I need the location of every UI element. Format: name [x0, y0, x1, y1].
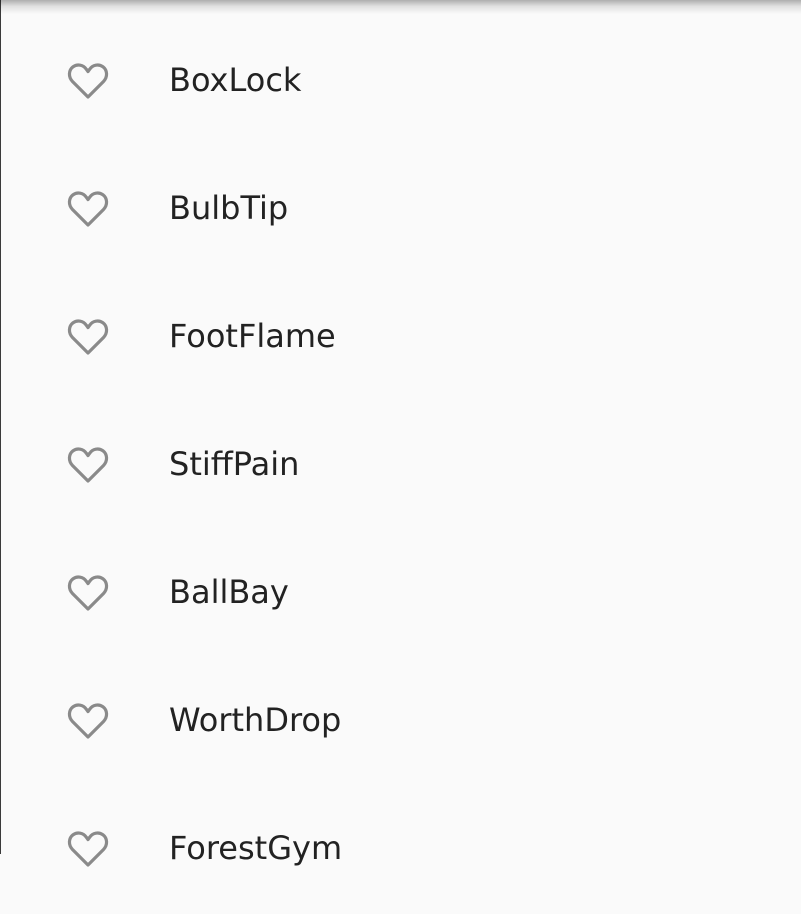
favorite-button[interactable]: [66, 445, 110, 485]
heart-outline-icon: [67, 319, 109, 355]
list-item-label: BoxLock: [169, 61, 302, 99]
list-item-label: BallBay: [169, 573, 289, 611]
list-item[interactable]: BulbTip: [0, 146, 801, 274]
favorite-button[interactable]: [66, 317, 110, 357]
list-item[interactable]: FootFlame: [0, 274, 801, 402]
heart-outline-icon: [67, 703, 109, 739]
list-item[interactable]: StiffPain: [0, 402, 801, 530]
list-item-label: StiffPain: [169, 445, 300, 483]
heart-outline-icon: [67, 63, 109, 99]
list-item[interactable]: BoxLock: [0, 18, 801, 146]
favorite-button[interactable]: [66, 61, 110, 101]
favorite-button[interactable]: [66, 189, 110, 229]
heart-outline-icon: [67, 447, 109, 483]
app-bar-shadow: [0, 0, 801, 14]
list-item-label: BulbTip: [169, 189, 289, 227]
list-item[interactable]: BallBay: [0, 530, 801, 658]
list-item-label: FootFlame: [169, 317, 336, 355]
heart-outline-icon: [67, 575, 109, 611]
list-item-label: ForestGym: [169, 829, 343, 867]
favorite-button[interactable]: [66, 829, 110, 869]
list-item-label: WorthDrop: [169, 701, 342, 739]
list-item[interactable]: WorthDrop: [0, 658, 801, 786]
list-item[interactable]: ForestGym: [0, 786, 801, 914]
heart-outline-icon: [67, 191, 109, 227]
favorite-button[interactable]: [66, 701, 110, 741]
item-list: BoxLock BulbTip FootFlame StiffPain Ball…: [0, 18, 801, 914]
favorite-button[interactable]: [66, 573, 110, 613]
heart-outline-icon: [67, 831, 109, 867]
